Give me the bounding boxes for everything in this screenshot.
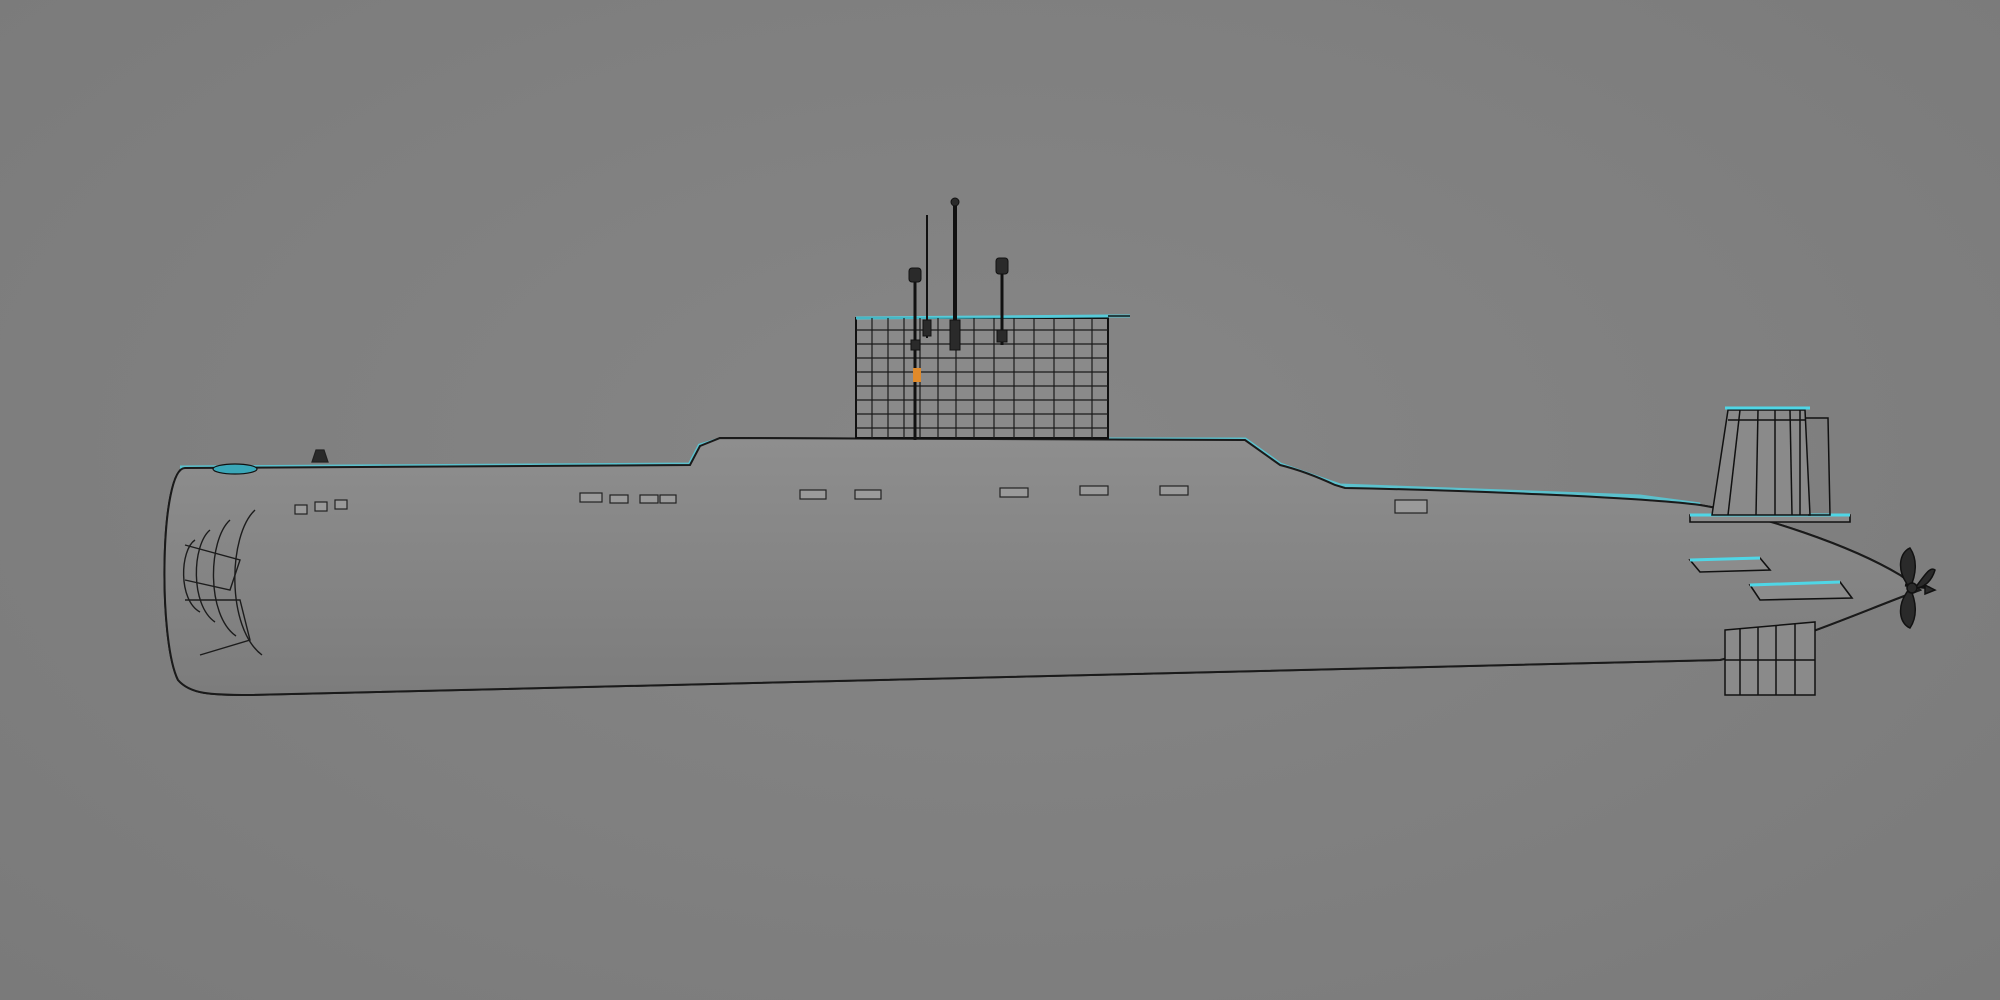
submarine-wireframe-model xyxy=(163,197,1937,697)
hull xyxy=(163,436,1923,697)
sail-tower xyxy=(855,314,1130,439)
beacon-light xyxy=(913,368,921,382)
3d-viewport[interactable] xyxy=(0,0,2000,1000)
upper-rudder xyxy=(1711,406,1831,516)
lower-rudder xyxy=(1724,621,1816,696)
